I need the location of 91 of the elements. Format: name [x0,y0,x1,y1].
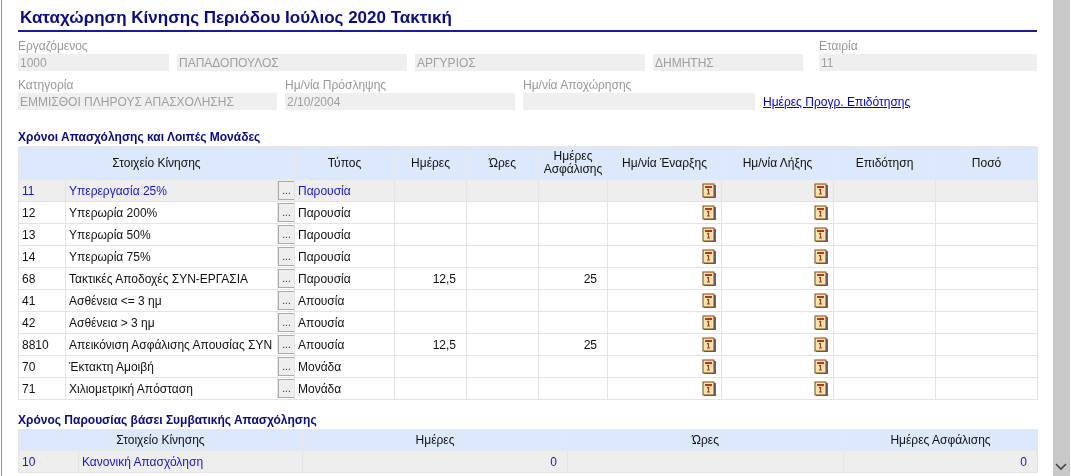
calendar-icon[interactable] [702,270,717,287]
calendar-icon[interactable] [814,226,829,243]
table-cell: 25 [538,333,608,356]
calendar-icon[interactable] [814,358,829,375]
column-header: Επιδότηση [833,146,936,180]
lookup-button[interactable]: ... [278,357,294,376]
lookup-button[interactable]: ... [278,203,294,222]
table-cell: Απεικόνιση Ασφάλισης Απουσίας ΣΥΝ [65,333,278,356]
calendar-icon[interactable] [814,336,829,353]
field-label: Ημ/νία Αποχώρησης [523,78,633,93]
lookup-button[interactable]: ... [278,379,294,398]
calendar-icon[interactable] [814,380,829,397]
table-cell: 13 [18,223,66,246]
calendar-icon[interactable] [814,314,829,331]
column-header: Τύπος [294,146,395,180]
lookup-button[interactable]: ... [278,269,294,288]
table-cell: 12,5 [394,267,467,290]
column-header: Ώρες [567,429,844,451]
calendar-icon[interactable] [814,292,829,309]
table-cell: Χιλιομετρική Απόσταση [65,377,278,400]
table-cell: 8810 [18,333,66,356]
table-cell: Μονάδα [294,377,395,400]
lookup-button[interactable]: ... [278,291,294,310]
calendar-icon[interactable] [702,314,717,331]
table-cell: Απουσία [294,333,395,356]
lookup-button[interactable]: ... [278,247,294,266]
column-header: Ημ/νία Έναρξης [607,146,722,180]
column-header: Ημ/νία Λήξης [721,146,834,180]
calendar-icon[interactable] [702,358,717,375]
table-cell: 42 [18,311,66,334]
table-cell: Παρουσία [294,267,395,290]
table-cell: 14 [18,245,66,268]
table-cell: 0 [843,450,1038,473]
table-cell: 70 [18,355,66,378]
scrollbar[interactable] [1053,0,1070,476]
table-cell: 71 [18,377,66,400]
column-header: Ημέρες [302,429,568,451]
table-cell: Κανονική Απασχόληση [78,450,303,473]
calendar-icon[interactable] [702,204,717,221]
calendar-icon[interactable] [702,248,717,265]
table-cell: 0 [302,450,568,473]
table-cell: 12,5 [394,333,467,356]
table-cell: 25 [538,267,608,290]
calendar-icon[interactable] [814,270,829,287]
lookup-button[interactable]: ... [278,225,294,244]
table-cell: Έκτακτη Αμοιβή [65,355,278,378]
field-label: Κατηγορία [18,78,75,93]
table-cell: Παρουσία [294,245,395,268]
column-header: Στοιχείο Κίνησης [18,146,295,180]
calendar-icon[interactable] [814,248,829,265]
table-cell: Ασθένεια <= 3 ημ [65,289,278,312]
table-cell: 11 [18,179,66,202]
lookup-button[interactable]: ... [278,313,294,332]
table-cell: Απουσία [294,311,395,334]
lookup-button[interactable]: ... [278,181,294,200]
section-title: Χρόνοι Απασχόλησης και Λοιπές Μονάδες [18,130,262,144]
table-cell: Υπερωρία 75% [65,245,278,268]
scroll-down-icon[interactable] [1055,463,1067,471]
column-header: Ώρες [466,146,539,180]
calendar-icon[interactable] [702,336,717,353]
table-cell: Απουσία [294,289,395,312]
column-header: Ημέρες Ασφάλισης [538,146,608,180]
table-cell: 41 [18,289,66,312]
field-label: Ημ/νία Πρόσληψης [285,78,388,93]
column-header: Ημέρες Ασφάλισης [843,429,1038,451]
calendar-icon[interactable] [702,380,717,397]
table-cell: Τακτικές Αποδοχές ΣΥΝ-ΕΡΓΑΣΙΑ [65,267,278,290]
calendar-icon[interactable] [702,182,717,199]
table-cell: Ασθένεια > 3 ημ [65,311,278,334]
table-cell: Υπερεργασία 25% [65,179,278,202]
table-cell: Υπερωρία 50% [65,223,278,246]
calendar-icon[interactable] [814,182,829,199]
column-header: Ημέρες [394,146,467,180]
field-label: Εργαζόμενος [18,39,89,54]
calendar-icon[interactable] [702,292,717,309]
table-cell: 68 [18,267,66,290]
field-label: Εταιρία [819,39,859,54]
table-cell: Μονάδα [294,355,395,378]
table-cell: 12 [18,201,66,224]
column-header: Στοιχείο Κίνησης [18,429,303,451]
table-cell: Παρουσία [294,223,395,246]
table-cell: 10 [18,450,79,473]
table-cell: Υπερωρία 200% [65,201,278,224]
calendar-icon[interactable] [702,226,717,243]
lookup-button[interactable]: ... [278,335,294,354]
section-title: Χρόνος Παρουσίας βάσει Συμβατικής Απασχόλησης [18,413,318,427]
table-cell: Παρουσία [294,201,395,224]
column-header: Ποσό [935,146,1038,180]
subsidy-days-link[interactable]: Ημέρες Προγρ. Επιδότησης [763,95,911,110]
page-title: Καταχώρηση Κίνησης Περιόδου Ιούλιος 2020 Τακτική [20,8,452,27]
calendar-icon[interactable] [814,204,829,221]
